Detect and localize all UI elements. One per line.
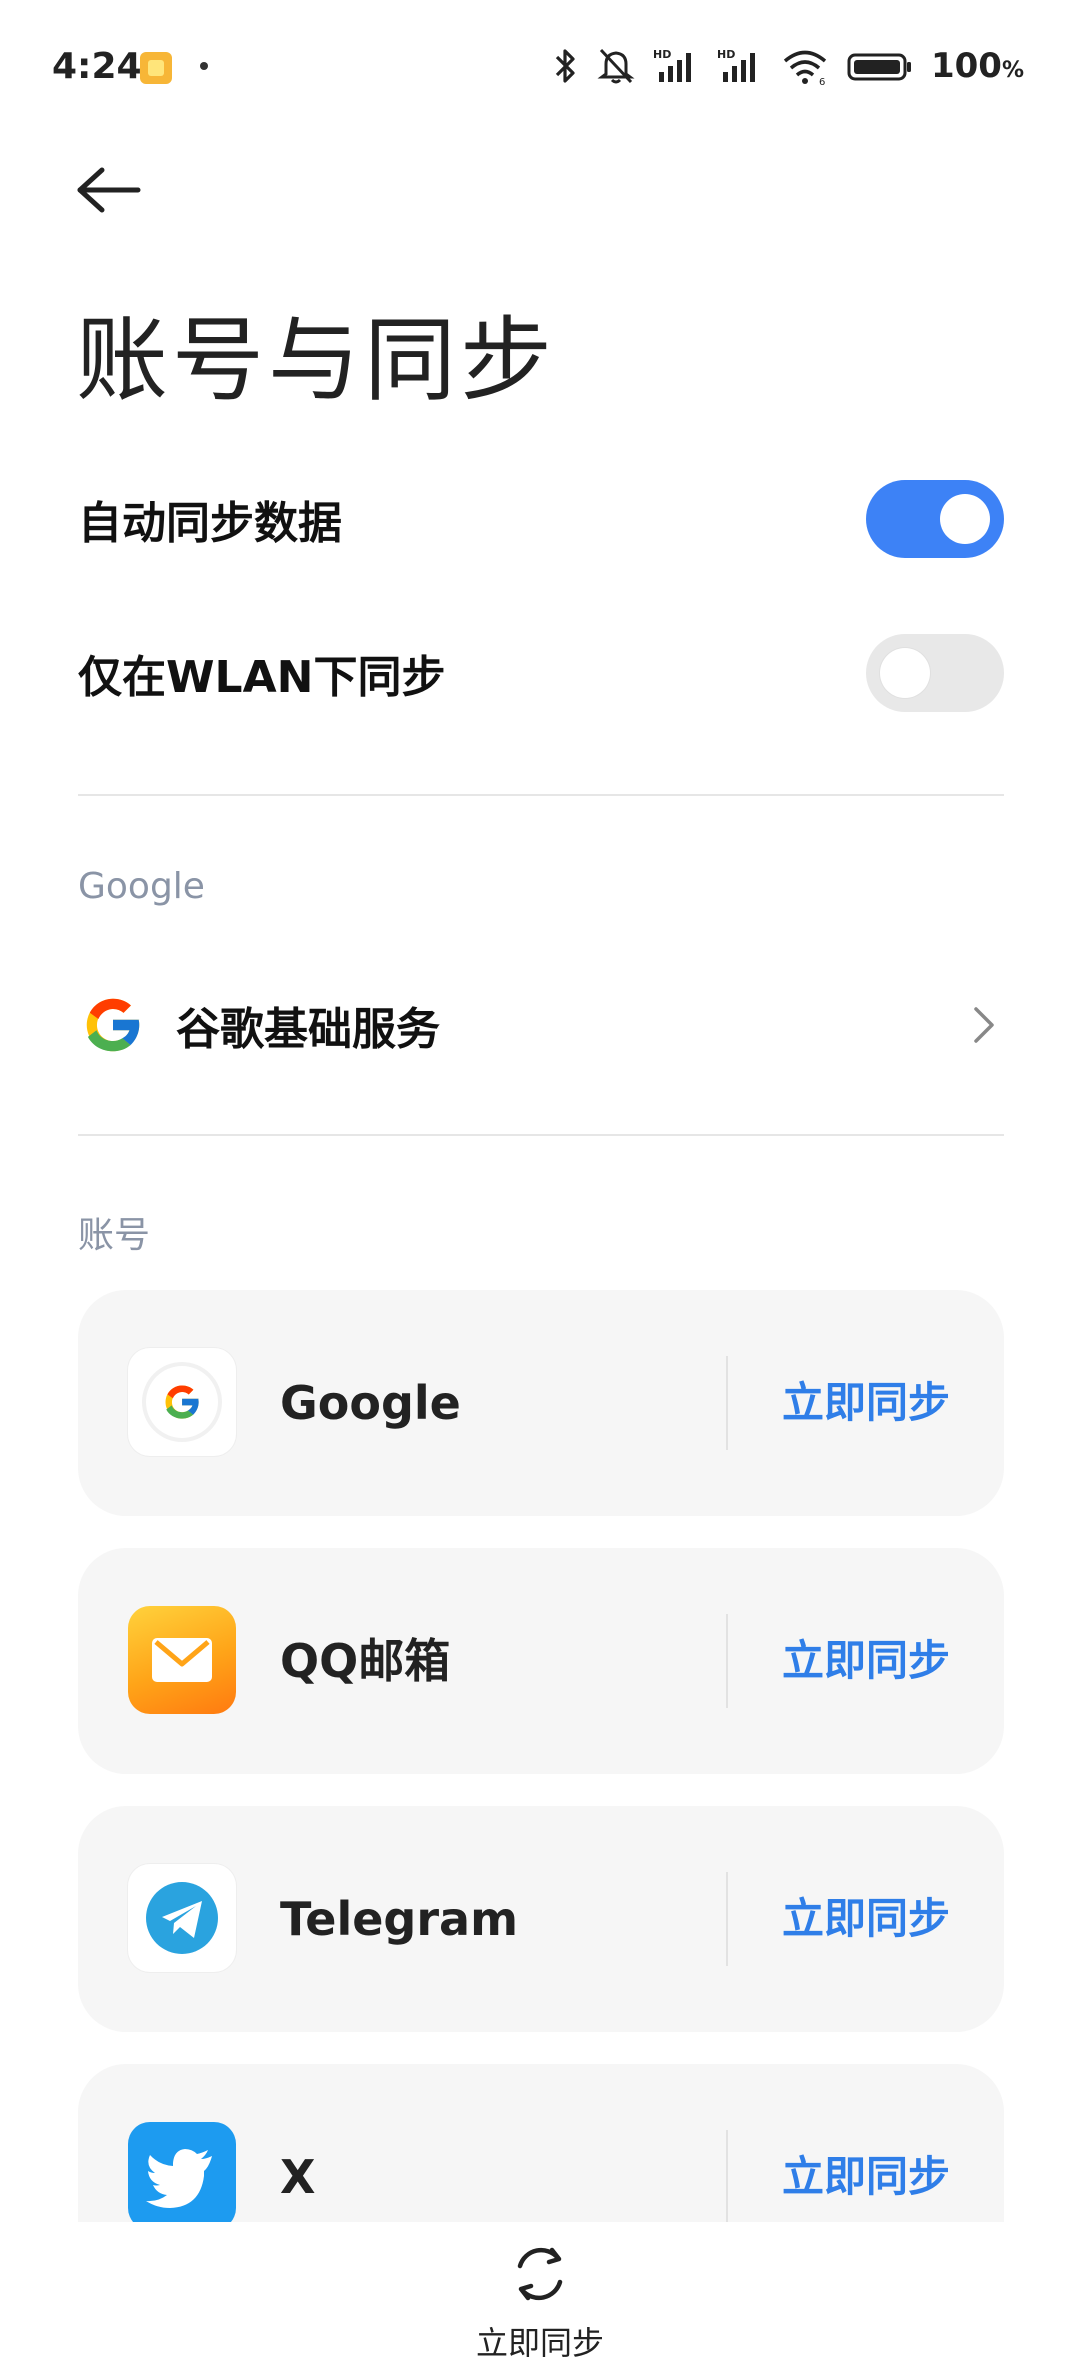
- telegram-icon: [128, 1864, 236, 1972]
- signal-1-icon: HD: [653, 48, 691, 82]
- toggle-knob: [880, 648, 930, 698]
- wlan-only-toggle[interactable]: [866, 634, 1004, 712]
- sync-icon[interactable]: [506, 2240, 574, 2308]
- bluetooth-icon: [555, 49, 575, 83]
- accounts-section-header: 账号: [78, 1215, 151, 1256]
- notification-app-icon: [140, 52, 172, 84]
- back-button[interactable]: [72, 160, 152, 220]
- google-icon: [128, 1348, 236, 1456]
- account-card-qq-mail[interactable]: QQ邮箱 立即同步: [78, 1548, 1004, 1774]
- wlan-only-label: 仅在WLAN下同步: [78, 652, 446, 703]
- google-g-icon: [86, 998, 142, 1052]
- svg-text:HD: HD: [717, 48, 735, 61]
- svg-text:6: 6: [819, 77, 825, 86]
- account-card-telegram[interactable]: Telegram 立即同步: [78, 1806, 1004, 2032]
- divider: [78, 1134, 1004, 1136]
- mute-bell-icon: [597, 48, 635, 84]
- wifi-icon: 6: [783, 50, 827, 86]
- twitter-icon: [128, 2122, 236, 2222]
- toggle-knob: [940, 494, 990, 544]
- sync-now-button-google[interactable]: 立即同步: [728, 1290, 1004, 1516]
- status-time: 4:24: [52, 46, 142, 87]
- account-name: Google: [280, 1376, 461, 1430]
- sync-now-button-qq-mail[interactable]: 立即同步: [728, 1548, 1004, 1774]
- account-card-google[interactable]: Google 立即同步: [78, 1290, 1004, 1516]
- auto-sync-toggle[interactable]: [866, 480, 1004, 558]
- status-bar: 4:24 HD HD 6 100%: [0, 0, 1080, 140]
- google-basic-service-item[interactable]: 谷歌基础服务: [78, 970, 1004, 1080]
- google-section-header: Google: [78, 866, 205, 907]
- auto-sync-row[interactable]: 自动同步数据: [78, 474, 1004, 564]
- auto-sync-label: 自动同步数据: [78, 498, 342, 549]
- bottom-sync-label[interactable]: 立即同步: [0, 2318, 1080, 2364]
- status-icons: HD HD 6 100%: [553, 44, 1024, 88]
- account-card-x[interactable]: X 立即同步: [78, 2064, 1004, 2222]
- qq-mail-icon: [128, 1606, 236, 1714]
- google-basic-service-label: 谷歌基础服务: [176, 1004, 440, 1055]
- sync-now-button-x[interactable]: 立即同步: [728, 2064, 1004, 2222]
- page-title: 账号与同步: [76, 307, 557, 414]
- wlan-only-row[interactable]: 仅在WLAN下同步: [78, 628, 1004, 718]
- account-name: X: [280, 2150, 316, 2204]
- signal-2-icon: HD: [717, 48, 755, 82]
- account-name: QQ邮箱: [280, 1634, 451, 1688]
- chevron-right-icon: [974, 1007, 994, 1043]
- svg-text:HD: HD: [653, 48, 671, 61]
- sync-now-button-telegram[interactable]: 立即同步: [728, 1806, 1004, 2032]
- battery-icon: [847, 53, 911, 81]
- back-arrow-icon: [77, 167, 141, 213]
- battery-level: 100%: [930, 46, 1024, 86]
- notification-dot-icon: [200, 62, 208, 70]
- divider: [78, 794, 1004, 796]
- content-area: 4:24 HD HD 6 100% 账号与同步 自动同步数据 仅在WLAN下同步…: [0, 0, 1080, 2222]
- account-name: Telegram: [280, 1892, 519, 1946]
